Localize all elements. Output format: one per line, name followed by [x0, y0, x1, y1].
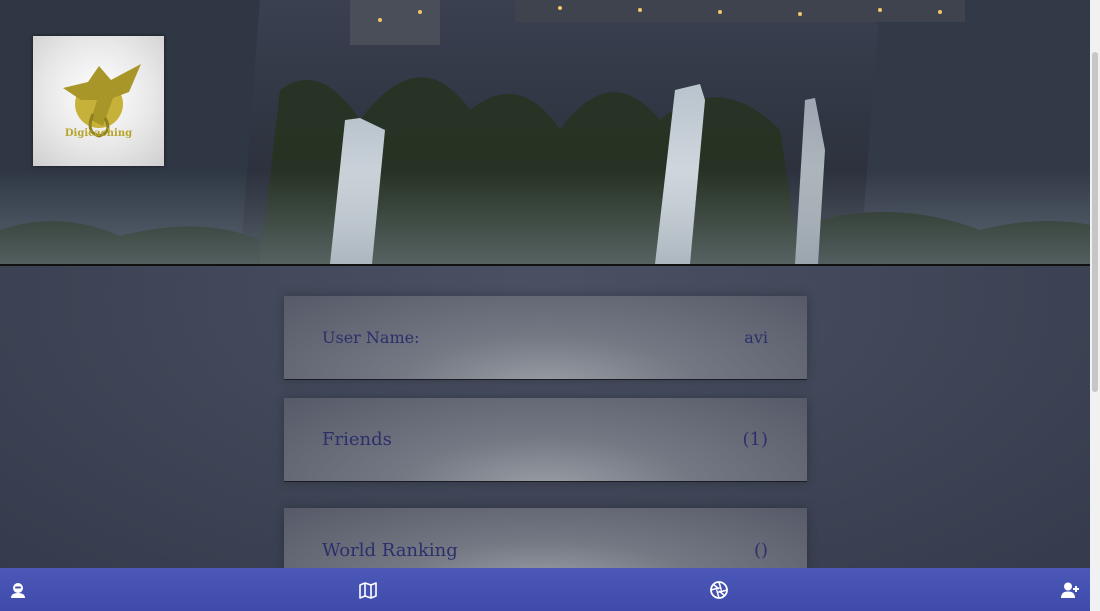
app-logo[interactable]: Digicaching: [33, 36, 164, 166]
world-ranking-value: (): [753, 540, 768, 561]
add-user-icon: [1061, 582, 1079, 598]
friends-count: (1): [742, 429, 769, 450]
camera-aperture-icon: [710, 580, 728, 599]
bottom-nav-bar: [0, 568, 1090, 611]
username-label: User Name:: [322, 328, 420, 347]
user-icon: [11, 582, 25, 598]
hero-banner: Digicaching: [0, 0, 1090, 266]
nav-profile-button[interactable]: [0, 568, 38, 611]
vertical-scrollbar[interactable]: [1090, 0, 1100, 611]
friends-label: Friends: [322, 429, 392, 450]
nav-camera-button[interactable]: [699, 568, 739, 611]
map-icon: [359, 581, 377, 599]
nav-add-friend-button[interactable]: [1050, 568, 1090, 611]
username-card: User Name: avi: [284, 296, 807, 380]
world-ranking-label: World Ranking: [322, 540, 458, 561]
nav-map-button[interactable]: [348, 568, 388, 611]
friends-card[interactable]: Friends (1): [284, 398, 807, 482]
dragon-logo-icon: [63, 64, 141, 138]
profile-panel: User Name: avi Friends (1) World Ranking…: [0, 266, 1090, 578]
username-value: avi: [744, 328, 768, 347]
scrollbar-thumb[interactable]: [1092, 52, 1098, 392]
logo-text: Digicaching: [64, 128, 133, 139]
